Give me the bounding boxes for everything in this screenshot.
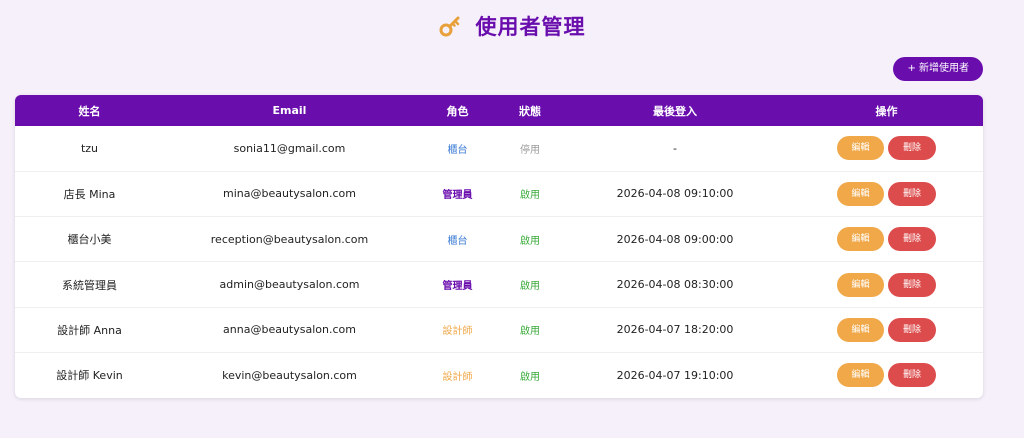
column-header-role: 角色 <box>446 104 469 118</box>
delete-button[interactable]: 刪除 <box>888 272 936 297</box>
column-header-last-login: 最後登入 <box>653 104 697 118</box>
row-actions: 編輯 刪除 <box>790 352 983 397</box>
row-actions: 編輯 刪除 <box>790 171 983 216</box>
page-title: 使用者管理 <box>475 14 586 39</box>
column-header-email: Email <box>272 104 307 117</box>
user-name: tzu <box>80 141 99 155</box>
delete-button[interactable]: 刪除 <box>888 317 936 342</box>
role-badge: 管理員 <box>442 190 473 202</box>
user-name: 櫃台小美 <box>67 233 112 247</box>
edit-button[interactable]: 編輯 <box>837 363 884 388</box>
user-email: mina@beautysalon.com <box>223 187 356 201</box>
column-header-actions: 操作 <box>875 104 898 118</box>
row-actions: 編輯 刪除 <box>790 262 983 307</box>
status-badge: 啟用 <box>520 281 540 293</box>
last-login: - <box>673 141 677 155</box>
role-badge: 櫃台 <box>447 144 468 156</box>
user-name: 設計師 Anna <box>57 323 122 337</box>
user-name: 設計師 Kevin <box>56 369 123 383</box>
role-badge: 設計師 <box>442 371 473 383</box>
role-badge: 櫃台 <box>447 235 468 247</box>
edit-button[interactable]: 編輯 <box>837 272 884 297</box>
edit-button[interactable]: 編輯 <box>837 317 884 342</box>
column-header-name: 姓名 <box>78 104 101 118</box>
add-user-button[interactable]: + 新增使用者 <box>893 57 983 81</box>
user-email: kevin@beautysalon.com <box>222 368 357 382</box>
users-table-card: 姓名 Email 角色 狀態 最後登入 操作 tzu sonia11@gmail… <box>15 95 983 398</box>
row-actions: 編輯 刪除 <box>790 217 983 262</box>
table-row: 設計師 Anna anna@beautysalon.com 設計師 啟用 202… <box>15 307 983 353</box>
table-header-row: 姓名 Email 角色 狀態 最後登入 操作 <box>15 95 983 126</box>
row-actions: 編輯 刪除 <box>790 307 983 352</box>
page-header: 使用者管理 <box>0 10 1024 42</box>
column-header-status: 狀態 <box>519 104 541 118</box>
last-login: 2026-04-08 09:10:00 <box>616 187 734 201</box>
table-row: 店長 Mina mina@beautysalon.com 管理員 啟用 2026… <box>15 171 983 217</box>
delete-button[interactable]: 刪除 <box>888 181 936 206</box>
status-badge: 啟用 <box>520 326 540 338</box>
table-row: 櫃台小美 reception@beautysalon.com 櫃台 啟用 202… <box>15 217 983 262</box>
role-badge: 管理員 <box>442 281 473 293</box>
edit-button[interactable]: 編輯 <box>837 181 884 206</box>
status-badge: 啟用 <box>520 371 540 383</box>
edit-button[interactable]: 編輯 <box>837 136 884 161</box>
status-badge: 啟用 <box>520 190 540 202</box>
user-name: 店長 Mina <box>63 187 116 201</box>
edit-button[interactable]: 編輯 <box>837 227 884 252</box>
users-table: 姓名 Email 角色 狀態 最後登入 操作 tzu sonia11@gmail… <box>15 95 983 398</box>
delete-button[interactable]: 刪除 <box>888 227 936 252</box>
user-email: anna@beautysalon.com <box>223 323 356 337</box>
last-login: 2026-04-08 09:00:00 <box>616 232 734 246</box>
table-row: tzu sonia11@gmail.com 櫃台 停用 - 編輯 刪除 <box>15 126 983 172</box>
status-badge: 停用 <box>520 144 540 156</box>
row-actions: 編輯 刪除 <box>790 126 983 171</box>
last-login: 2026-04-07 18:20:00 <box>616 323 734 337</box>
last-login: 2026-04-08 08:30:00 <box>616 278 734 292</box>
table-row: 設計師 Kevin kevin@beautysalon.com 設計師 啟用 2… <box>15 352 983 397</box>
user-email: admin@beautysalon.com <box>219 278 360 292</box>
delete-button[interactable]: 刪除 <box>888 136 936 161</box>
user-email: sonia11@gmail.com <box>233 141 346 155</box>
role-badge: 設計師 <box>442 326 473 338</box>
key-icon <box>438 15 462 39</box>
user-name: 系統管理員 <box>62 278 117 292</box>
status-badge: 啟用 <box>520 235 540 247</box>
last-login: 2026-04-07 19:10:00 <box>616 368 734 382</box>
user-management-page: 使用者管理 + 新增使用者 姓名 Email 角色 狀態 最後登入 操作 tzu… <box>0 0 1024 438</box>
delete-button[interactable]: 刪除 <box>888 363 936 388</box>
table-row: 系統管理員 admin@beautysalon.com 管理員 啟用 2026-… <box>15 262 983 308</box>
user-email: reception@beautysalon.com <box>210 232 369 246</box>
